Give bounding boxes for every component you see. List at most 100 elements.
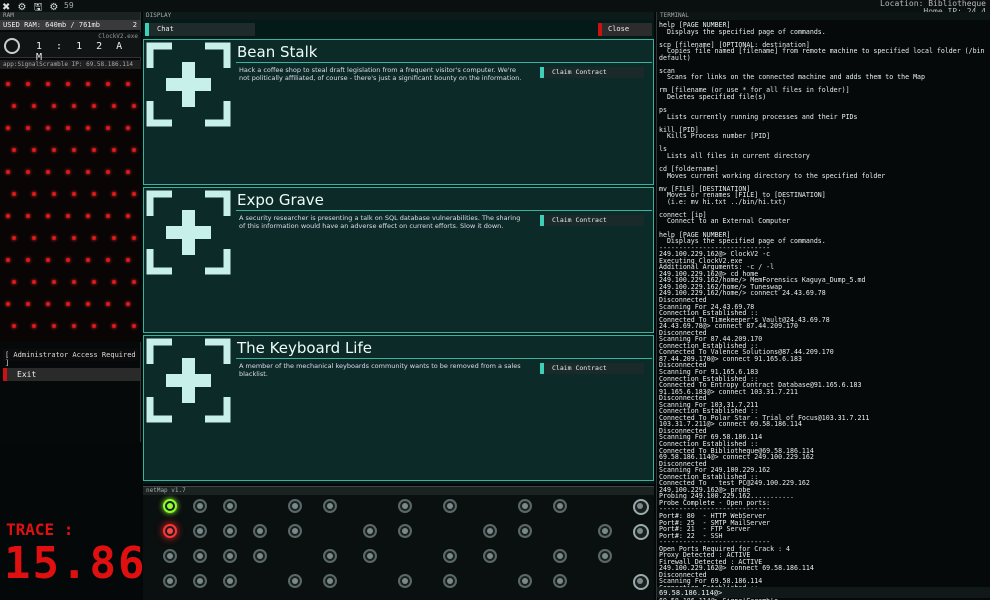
signal-dot: [106, 302, 110, 306]
netmap-node[interactable]: [163, 549, 177, 563]
signal-dot: [66, 214, 70, 218]
signal-dot: [52, 324, 56, 328]
signal-dot: [72, 148, 76, 152]
netmap-node[interactable]: [398, 524, 412, 538]
netmap-node[interactable]: [633, 524, 649, 540]
netmap-node[interactable]: [518, 574, 532, 588]
trace-value: 15.86: [4, 538, 147, 589]
contract-divider: [236, 358, 652, 359]
signal-dot: [112, 236, 116, 240]
netmap-node[interactable]: [193, 524, 207, 538]
netmap-node[interactable]: [598, 524, 612, 538]
signal-dot: [112, 148, 116, 152]
chat-button[interactable]: Chat: [145, 23, 255, 36]
signal-dot: [126, 126, 130, 130]
signal-dot: [26, 170, 30, 174]
clock-process[interactable]: ClockV2.exe 1 : 1 2 A M: [0, 32, 141, 63]
netmap-node[interactable]: [443, 499, 457, 513]
signal-dot: [6, 214, 10, 218]
netmap-node[interactable]: [193, 549, 207, 563]
ram-usage-text: USED RAM: 640mb / 761mb: [3, 21, 100, 29]
netmap-node[interactable]: [443, 574, 457, 588]
signal-scramble-process[interactable]: app:SignalScramble IP: 69.58.186.114: [0, 60, 141, 342]
netmap-node[interactable]: [518, 524, 532, 538]
signal-dot: [46, 258, 50, 262]
signal-dot: [106, 82, 110, 86]
signal-dot: [86, 258, 90, 262]
contract-card: Bean Stalk Hack a coffee shop to steal d…: [143, 39, 654, 185]
netmap-node[interactable]: [323, 549, 337, 563]
netmap-node[interactable]: [553, 549, 567, 563]
netmap-node[interactable]: [323, 574, 337, 588]
signal-dot: [12, 236, 16, 240]
clock-process-name: ClockV2.exe: [98, 33, 138, 40]
netmap-node[interactable]: [363, 549, 377, 563]
netmap-node[interactable]: [483, 524, 497, 538]
netmap-node[interactable]: [163, 524, 177, 538]
netmap-node[interactable]: [518, 499, 532, 513]
signal-dot: [106, 126, 110, 130]
contract-title: The Keyboard Life: [237, 339, 372, 357]
signal-dot: [112, 280, 116, 284]
netmap-node[interactable]: [443, 549, 457, 563]
signal-dot: [46, 126, 50, 130]
netmap-node[interactable]: [223, 524, 237, 538]
netmap-node[interactable]: [193, 574, 207, 588]
signal-dot: [92, 192, 96, 196]
clock-dial-icon: [4, 38, 20, 54]
netmap-node[interactable]: [288, 499, 302, 513]
netmap-node[interactable]: [363, 524, 377, 538]
netmap-node[interactable]: [253, 524, 267, 538]
signal-dot: [32, 280, 36, 284]
signal-dot: [12, 280, 16, 284]
netmap-node[interactable]: [223, 499, 237, 513]
signal-dot: [92, 148, 96, 152]
admin-access-notice: [ Administrator Access Required ]: [3, 349, 138, 367]
claim-contract-button[interactable]: Claim Contract: [540, 363, 644, 374]
netmap-node[interactable]: [398, 574, 412, 588]
netmap-node[interactable]: [633, 499, 649, 515]
netmap-node[interactable]: [483, 549, 497, 563]
claim-contract-button[interactable]: Claim Contract: [540, 215, 644, 226]
signal-dot: [106, 170, 110, 174]
netmap-node[interactable]: [223, 549, 237, 563]
signal-dot: [52, 280, 56, 284]
claim-contract-button[interactable]: Claim Contract: [540, 67, 644, 78]
signal-dot: [126, 302, 130, 306]
signal-dot: [132, 236, 136, 240]
netmap-node[interactable]: [253, 549, 267, 563]
terminal-header: TERMINAL: [657, 12, 990, 20]
netmap-node[interactable]: [288, 524, 302, 538]
signal-dot: [72, 104, 76, 108]
netmap-node[interactable]: [288, 574, 302, 588]
netmap-node[interactable]: [163, 499, 177, 513]
signal-dot: [66, 82, 70, 86]
signal-dot: [92, 280, 96, 284]
signal-dot: [86, 126, 90, 130]
netmap-node[interactable]: [323, 499, 337, 513]
netmap-header: netMap v1.7: [143, 487, 654, 495]
signal-dot: [112, 104, 116, 108]
contract-card: The Keyboard Life A member of the mechan…: [143, 335, 654, 481]
terminal-output: help [PAGE NUMBER] Displays the specifie…: [659, 22, 989, 600]
signal-dot: [26, 258, 30, 262]
netmap-node[interactable]: [553, 499, 567, 513]
signal-dot: [126, 170, 130, 174]
ram-usage-bar: USED RAM: 640mb / 761mb 2: [0, 20, 141, 30]
close-button[interactable]: Close: [598, 23, 652, 36]
signal-dot: [26, 126, 30, 130]
netmap-node[interactable]: [163, 574, 177, 588]
signal-dot: [126, 82, 130, 86]
netmap-node[interactable]: [398, 499, 412, 513]
netmap-node[interactable]: [223, 574, 237, 588]
signal-dot: [86, 82, 90, 86]
terminal-input[interactable]: 69.58.186.114@>: [657, 587, 990, 598]
netmap-node[interactable]: [598, 549, 612, 563]
signal-dot: [46, 82, 50, 86]
netmap-node[interactable]: [553, 574, 567, 588]
netmap-node[interactable]: [193, 499, 207, 513]
signal-dot: [32, 192, 36, 196]
exit-button[interactable]: Exit: [3, 368, 140, 381]
signal-dot: [66, 126, 70, 130]
netmap-node[interactable]: [633, 574, 649, 590]
